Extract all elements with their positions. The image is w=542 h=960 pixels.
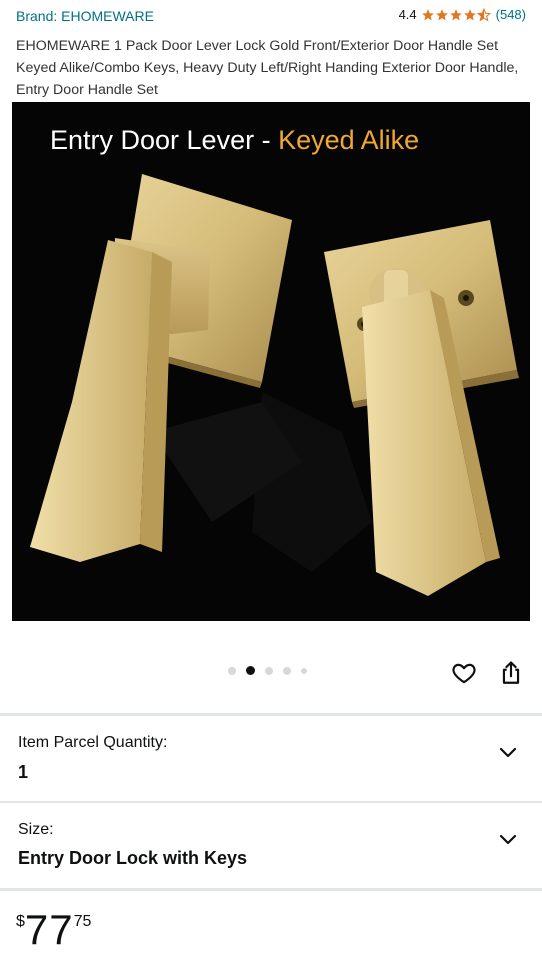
size-value: Entry Door Lock with Keys — [18, 848, 248, 868]
star-full-icon — [463, 8, 476, 20]
brand-link[interactable]: Brand: EHOMEWARE — [16, 8, 154, 24]
image-caption-main: Entry Door Lever - — [50, 125, 278, 155]
size-selector[interactable]: Size: Entry Door Lock with Keys — [18, 821, 524, 869]
rating-count-link[interactable]: (548) — [496, 7, 526, 22]
brand-rating-row: Brand: EHOMEWARE 4.4 (548) — [16, 6, 526, 28]
product-title: EHOMEWARE 1 Pack Door Lever Lock Gold Fr… — [16, 38, 519, 98]
rating-summary[interactable]: 4.4 (548) — [399, 7, 526, 22]
share-button[interactable] — [497, 659, 525, 687]
price-whole: 77 — [24, 906, 74, 953]
carousel-dot[interactable] — [301, 667, 307, 674]
door-lever-illustration: Entry Door Lever - Keyed Alike — [12, 102, 530, 621]
carousel-dot[interactable] — [228, 666, 236, 675]
image-caption-accent: Keyed Alike — [278, 125, 419, 155]
size-label: Size: — [18, 821, 54, 838]
product-image[interactable]: Entry Door Lever - Keyed Alike — [12, 102, 530, 621]
price: $ 77 75 — [16, 908, 91, 952]
chevron-down-icon — [499, 834, 517, 845]
star-full-icon — [435, 8, 448, 20]
carousel-dot[interactable] — [265, 666, 273, 675]
carousel-dot-active[interactable] — [246, 666, 255, 675]
divider — [0, 801, 542, 803]
divider — [0, 713, 542, 716]
image-carousel-indicator[interactable] — [228, 666, 317, 675]
quantity-value: 1 — [18, 762, 29, 782]
price-currency: $ — [16, 913, 25, 930]
chevron-down-icon — [499, 747, 517, 758]
star-rating — [421, 7, 491, 22]
carousel-dot[interactable] — [283, 666, 291, 675]
star-full-icon — [421, 8, 434, 20]
star-full-icon — [449, 8, 462, 20]
divider — [0, 888, 542, 891]
image-caption: Entry Door Lever - Keyed Alike — [50, 125, 419, 155]
quantity-selector[interactable]: Item Parcel Quantity: 1 — [18, 734, 524, 783]
heart-icon — [452, 663, 476, 684]
quantity-label: Item Parcel Quantity: — [18, 734, 168, 751]
share-icon — [502, 661, 520, 684]
wishlist-button[interactable] — [450, 659, 478, 687]
price-fraction: 75 — [73, 913, 92, 930]
star-half-icon — [476, 7, 491, 21]
rating-value: 4.4 — [398, 7, 417, 22]
